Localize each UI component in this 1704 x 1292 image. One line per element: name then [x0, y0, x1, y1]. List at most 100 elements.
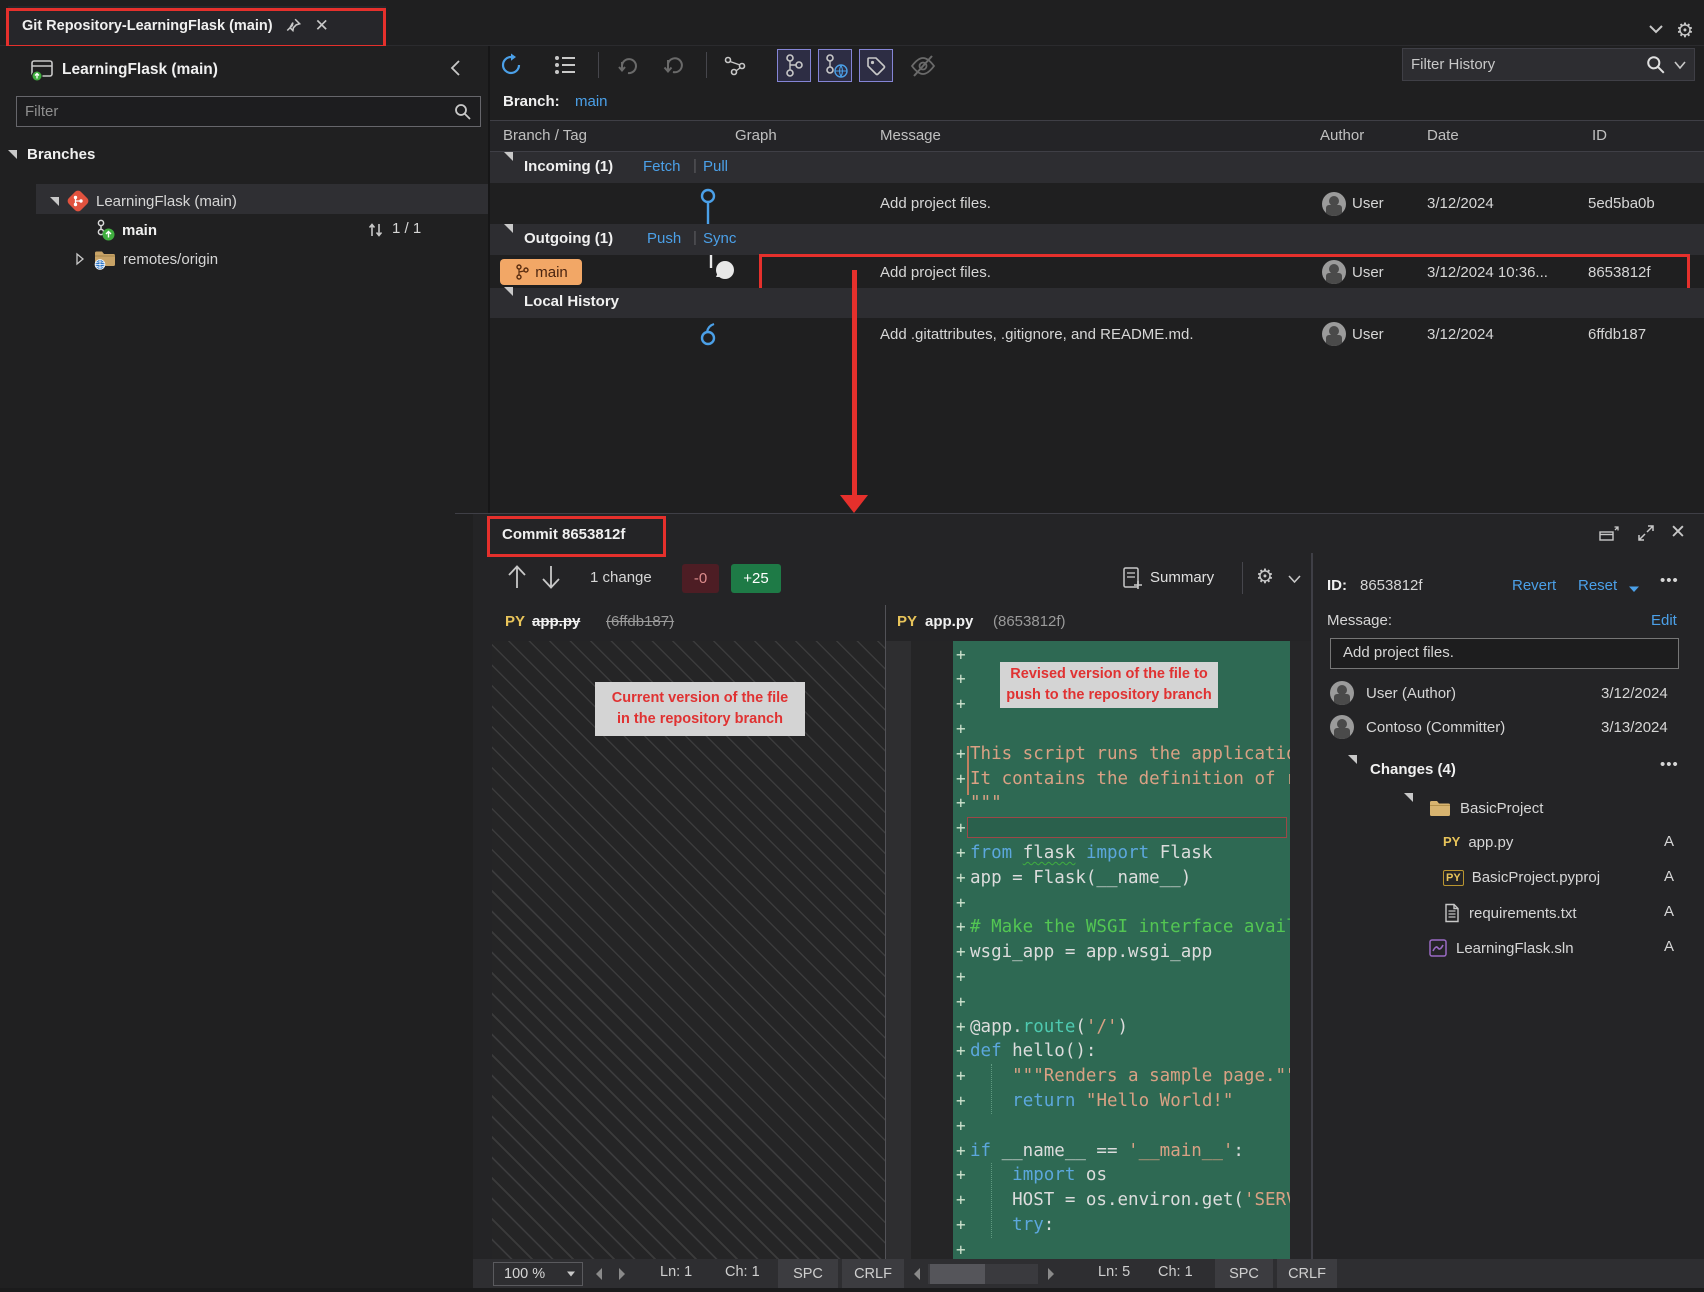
code-line[interactable]: This script runs the application using a…	[970, 742, 1290, 767]
fetch-icon[interactable]	[614, 52, 642, 80]
file-status: A	[1664, 833, 1674, 850]
zoom-control[interactable]: 100 %	[493, 1262, 583, 1286]
show-tags-toggle[interactable]	[859, 49, 893, 82]
sidebar-filter-placeholder: Filter	[25, 103, 58, 120]
change-count: 1 change	[590, 569, 652, 586]
commit-message-box[interactable]: Add project files.	[1330, 638, 1679, 669]
show-graph-toggle[interactable]	[777, 49, 811, 82]
branch-value[interactable]: main	[575, 93, 608, 110]
scroll-right-icon[interactable]	[615, 1266, 629, 1282]
revert-link[interactable]: Revert	[1512, 577, 1556, 594]
incoming-commit-row[interactable]	[490, 183, 1704, 224]
scroll-right-icon[interactable]	[1044, 1266, 1058, 1282]
sync-link[interactable]: Sync	[703, 230, 736, 247]
h-scrollbar-thumb[interactable]	[930, 1264, 985, 1284]
sidebar-filter-input[interactable]: Filter	[16, 96, 481, 127]
incoming-commit-author: User	[1352, 195, 1384, 212]
diff-settings-gear-icon[interactable]: ⚙	[1256, 564, 1274, 589]
avatar	[1330, 681, 1354, 705]
tree-branches[interactable]: Branches	[8, 146, 95, 163]
dock-icon[interactable]	[1598, 524, 1620, 542]
left-eol[interactable]: CRLF	[842, 1259, 904, 1288]
changes-more[interactable]: •••	[1660, 756, 1679, 773]
changes-file-row[interactable]: LearningFlask.sln	[1428, 938, 1574, 958]
scroll-left-icon[interactable]	[910, 1266, 924, 1282]
tree-branch-main[interactable]: main	[94, 218, 157, 242]
graph-incoming-node	[698, 186, 718, 224]
fetch-link[interactable]: Fetch	[643, 158, 681, 175]
show-remote-branches-toggle[interactable]	[818, 49, 852, 82]
sidebar-repo-title: LearningFlask (main)	[62, 61, 218, 79]
additions-badge: +25	[731, 564, 781, 593]
code-line[interactable]: HOST = os.environ.get('SERVER_HOST', 'lo…	[970, 1188, 1290, 1213]
filter-history-input[interactable]: Filter History	[1402, 48, 1695, 81]
branch-badge-main[interactable]: main	[500, 259, 582, 285]
maximize-icon[interactable]	[1636, 523, 1656, 543]
h-scrollbar-track[interactable]	[928, 1264, 1038, 1284]
annotation-arrow-head	[840, 495, 868, 513]
pull-icon[interactable]	[660, 52, 688, 80]
edit-link[interactable]: Edit	[1651, 612, 1677, 629]
right-pane-scrollbar[interactable]	[1290, 641, 1311, 1259]
annotation-redbox-commit-title	[487, 516, 666, 557]
committer-name: Contoso (Committer)	[1366, 719, 1505, 736]
changes-folder[interactable]: BasicProject	[1460, 800, 1543, 817]
code-line[interactable]: app = Flask(__name__)	[970, 866, 1191, 891]
code-line[interactable]: @app.route('/')	[970, 1015, 1128, 1040]
col-message[interactable]: Message	[880, 127, 941, 144]
refresh-icon[interactable]	[498, 52, 526, 80]
code-line[interactable]: """	[970, 791, 1002, 816]
code-line[interactable]: try:	[970, 1213, 1054, 1238]
left-spc[interactable]: SPC	[778, 1259, 838, 1288]
col-id[interactable]: ID	[1592, 127, 1607, 144]
left-pane-scrollbar[interactable]	[886, 641, 911, 1259]
py-file-icon: PY	[1443, 833, 1460, 851]
author-date: 3/12/2024	[1601, 685, 1668, 702]
changes-file-row[interactable]: PYBasicProject.pyproj	[1443, 868, 1600, 886]
settings-gear-icon[interactable]: ⚙	[1676, 18, 1694, 43]
changes-file-row[interactable]: PYapp.py	[1443, 833, 1513, 851]
diff-added-marker: +	[956, 643, 966, 668]
col-date[interactable]: Date	[1427, 127, 1459, 144]
local-history-section-row[interactable]	[490, 288, 1704, 318]
chevron-down-icon[interactable]	[1288, 574, 1301, 584]
reset-dropdown-icon[interactable]	[1628, 585, 1640, 594]
changes-file-row[interactable]: requirements.txt	[1443, 903, 1577, 923]
diff-added-marker: +	[956, 1213, 966, 1238]
hide-merge-commits-icon[interactable]	[908, 52, 936, 80]
code-line[interactable]: from flask import Flask	[970, 841, 1212, 866]
collapse-sidebar-icon[interactable]	[448, 58, 464, 78]
col-graph[interactable]: Graph	[735, 127, 777, 144]
next-change-icon[interactable]	[540, 564, 562, 590]
branch-compare-icon[interactable]	[722, 52, 750, 80]
code-line[interactable]: It contains the definition of routes and…	[970, 767, 1290, 792]
tree-remotes-origin[interactable]: remotes/origin	[74, 248, 218, 270]
diff-added-marker: +	[956, 816, 966, 841]
col-branch-tag[interactable]: Branch / Tag	[503, 127, 587, 144]
close-panel-icon[interactable]: ✕	[1670, 521, 1686, 544]
pull-link[interactable]: Pull	[703, 158, 728, 175]
code-line[interactable]: # Make the WSGI interface available at t…	[970, 915, 1290, 940]
code-line[interactable]: if __name__ == '__main__':	[970, 1139, 1244, 1164]
col-author[interactable]: Author	[1320, 127, 1364, 144]
push-link[interactable]: Push	[647, 230, 681, 247]
code-line[interactable]: return "Hello World!"	[970, 1089, 1233, 1114]
left-file-lang: PY	[505, 613, 525, 630]
code-line[interactable]: wsgi_app = app.wsgi_app	[970, 940, 1212, 965]
pyproj-file-icon: PY	[1443, 868, 1464, 886]
summary-button[interactable]: Summary	[1150, 569, 1214, 586]
right-spc[interactable]: SPC	[1215, 1259, 1273, 1288]
commit-list-icon[interactable]	[552, 52, 580, 80]
window-dropdown-icon[interactable]	[1648, 22, 1664, 36]
code-line[interactable]: """Renders a sample page."""	[970, 1064, 1290, 1089]
diff-added-marker: +	[956, 1114, 966, 1139]
scroll-left-icon[interactable]	[592, 1266, 606, 1282]
right-diff-pane[interactable]: +++++This script runs the application us…	[953, 641, 1290, 1259]
tree-repo-learningflask[interactable]: LearningFlask (main)	[50, 190, 237, 212]
right-eol[interactable]: CRLF	[1277, 1259, 1337, 1288]
more-actions[interactable]: •••	[1660, 572, 1679, 589]
reset-link[interactable]: Reset	[1578, 577, 1617, 594]
diff-added-marker: +	[956, 692, 966, 717]
prev-change-icon[interactable]	[506, 564, 528, 590]
code-line[interactable]: def hello():	[970, 1039, 1096, 1064]
